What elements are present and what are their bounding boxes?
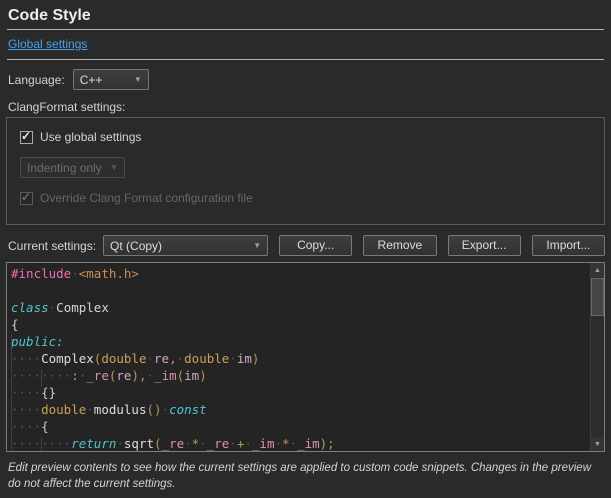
current-settings-label: Current settings:: [8, 239, 96, 253]
language-row: Language: C++ ▼: [6, 69, 605, 90]
current-settings-row: Current settings: Qt (Copy) ▼ Copy... Re…: [6, 235, 605, 256]
clangformat-group-label: ClangFormat settings:: [6, 100, 605, 114]
language-dropdown[interactable]: C++ ▼: [73, 69, 149, 90]
vertical-scrollbar[interactable]: ▲ ▼: [590, 263, 604, 451]
code-preview-editor[interactable]: #include·<math.h> class·Complex{public:·…: [6, 262, 605, 452]
export-button[interactable]: Export...: [448, 235, 521, 256]
clangformat-mode-value: Indenting only: [27, 161, 102, 175]
clangformat-mode-dropdown: Indenting only ▼: [20, 157, 125, 178]
chevron-down-icon: ▼: [126, 75, 142, 84]
scroll-up-icon[interactable]: ▲: [591, 263, 604, 277]
override-config-label: Override Clang Format configuration file: [40, 191, 253, 205]
scrollbar-track[interactable]: [591, 316, 604, 437]
use-global-settings-label: Use global settings: [40, 130, 141, 144]
override-config-checkbox-row: Override Clang Format configuration file: [20, 191, 592, 205]
current-settings-value: Qt (Copy): [110, 239, 162, 253]
indent-guide: [41, 438, 42, 452]
indent-guide: [41, 370, 42, 387]
separator-line: [7, 59, 604, 60]
clangformat-groupbox: Use global settings Indenting only ▼ Ove…: [6, 117, 605, 225]
code-style-settings-page: Code Style Global settings Language: C++…: [0, 0, 611, 492]
use-global-settings-checkbox-row[interactable]: Use global settings: [20, 130, 592, 144]
copy-button[interactable]: Copy...: [279, 235, 352, 256]
import-button[interactable]: Import...: [532, 235, 605, 256]
chevron-down-icon: ▼: [102, 163, 118, 172]
scroll-down-icon[interactable]: ▼: [591, 437, 604, 451]
separator-line: [7, 29, 604, 30]
global-settings-link[interactable]: Global settings: [8, 37, 87, 51]
code-preview[interactable]: #include·<math.h> class·Complex{public:·…: [7, 263, 604, 452]
indent-guide: [11, 334, 12, 451]
remove-button[interactable]: Remove: [363, 235, 436, 256]
override-config-checkbox: [20, 192, 33, 205]
footer-note: Edit preview contents to see how the cur…: [6, 460, 605, 492]
scrollbar-thumb[interactable]: [591, 278, 604, 316]
page-title: Code Style: [6, 7, 605, 25]
chevron-down-icon: ▼: [245, 241, 261, 250]
current-settings-dropdown[interactable]: Qt (Copy) ▼: [103, 235, 268, 256]
use-global-settings-checkbox[interactable]: [20, 131, 33, 144]
language-label: Language:: [8, 73, 65, 87]
language-dropdown-value: C++: [80, 73, 103, 87]
